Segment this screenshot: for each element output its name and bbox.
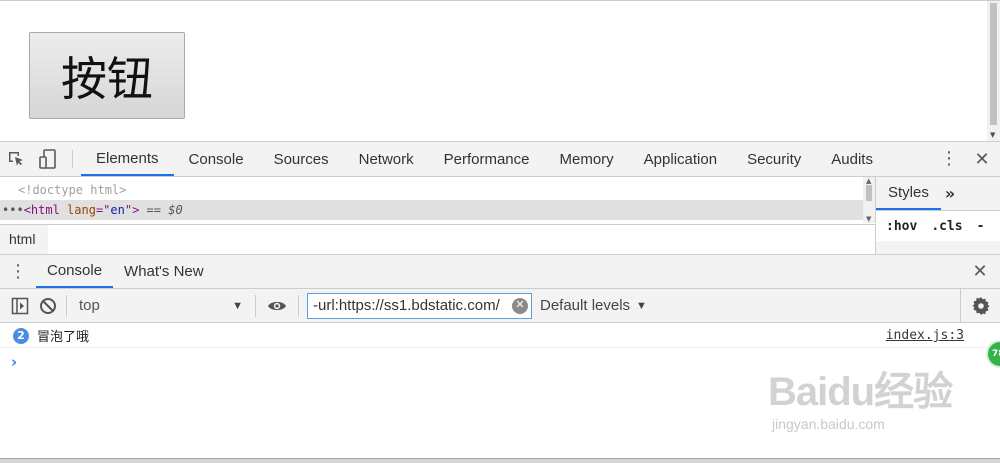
chevron-down-icon: ▼ xyxy=(636,299,647,312)
clear-filter-icon[interactable]: ✕ xyxy=(512,297,528,314)
taskbar-strip xyxy=(0,458,1000,463)
styles-filter-bar: :hov .cls - xyxy=(876,211,1000,241)
panel-tabs: Elements Console Sources Network Perform… xyxy=(81,142,888,176)
drawer-menu-icon[interactable]: ⋮ xyxy=(0,255,36,288)
more-vert-icon[interactable]: ⋮ xyxy=(934,150,964,168)
tab-memory[interactable]: Memory xyxy=(545,142,629,176)
context-select[interactable]: top ▼ xyxy=(71,297,251,314)
toolbar-right: ⋮ ✕ xyxy=(917,142,1000,176)
close-devtools-icon[interactable]: ✕ xyxy=(964,149,1000,170)
page-button[interactable]: 按钮 xyxy=(29,32,185,119)
tab-network[interactable]: Network xyxy=(344,142,429,176)
tab-elements[interactable]: Elements xyxy=(81,142,174,176)
drawer-tab-console[interactable]: Console xyxy=(36,255,114,288)
tab-performance[interactable]: Performance xyxy=(429,142,545,176)
more-tabs-icon[interactable]: » xyxy=(941,177,955,210)
inspect-icon[interactable] xyxy=(0,142,32,176)
doctype-node[interactable]: <!doctype html> xyxy=(0,180,875,200)
scroll-down-arrow-icon[interactable]: ▼ xyxy=(866,215,871,223)
watermark-logo: Baidu经验 xyxy=(768,370,953,414)
tab-styles[interactable]: Styles xyxy=(876,177,941,210)
styles-tabs: Styles » xyxy=(876,177,1000,211)
html-open-tag: <html xyxy=(23,203,60,217)
attr-eq: =" xyxy=(95,203,111,217)
selected-marker: == $0 xyxy=(146,203,183,217)
styles-sidebar: Styles » :hov .cls - xyxy=(876,177,1000,254)
breadcrumb: html xyxy=(0,224,876,254)
close-drawer-icon[interactable]: ✕ xyxy=(960,255,1000,288)
tab-application[interactable]: Application xyxy=(629,142,732,176)
attr-name: lang xyxy=(67,203,96,217)
attr-close: "> xyxy=(124,203,140,217)
drawer-tabs: ⋮ Console What's New ✕ xyxy=(0,254,1000,289)
breadcrumb-item-html[interactable]: html xyxy=(0,225,45,254)
device-toolbar-icon[interactable] xyxy=(32,142,64,176)
toolbar-divider xyxy=(298,294,299,317)
watermark-url: jingyan.baidu.com xyxy=(772,416,885,432)
tab-audits[interactable]: Audits xyxy=(816,142,888,176)
console-toolbar: top ▼ -url:https://ss1.bdstatic.com/ ✕ D… xyxy=(0,288,1000,323)
console-message-source-link[interactable]: index.js:3 xyxy=(886,328,964,343)
console-prompt[interactable]: › xyxy=(11,353,17,371)
repeat-count-badge: 2 xyxy=(13,327,29,344)
console-filter-input[interactable]: -url:https://ss1.bdstatic.com/ ✕ xyxy=(307,292,532,319)
toolbar-divider xyxy=(255,294,256,317)
html-node-selected[interactable]: •••<html lang="en"> == $0 xyxy=(0,200,875,220)
page-viewport: 按钮 ▼ xyxy=(0,0,1000,142)
devtools-toolbar: Elements Console Sources Network Perform… xyxy=(0,141,1000,177)
scroll-down-arrow-icon[interactable]: ▼ xyxy=(990,131,995,139)
live-expression-icon[interactable] xyxy=(260,289,294,323)
log-levels-label: Default levels xyxy=(540,297,631,314)
context-value: top xyxy=(79,297,100,314)
log-levels-dropdown[interactable]: Default levels ▼ xyxy=(540,297,647,314)
tab-sources[interactable]: Sources xyxy=(259,142,344,176)
cls-toggle[interactable]: .cls xyxy=(931,219,962,234)
drawer-tab-whats-new[interactable]: What's New xyxy=(113,255,215,288)
toolbar-divider xyxy=(72,150,73,168)
baidu-watermark: Baidu经验 jingyan.baidu.com xyxy=(768,372,1000,442)
elements-scrollbar-thumb[interactable] xyxy=(866,185,872,201)
attr-value: en xyxy=(110,203,125,217)
tab-console[interactable]: Console xyxy=(174,142,259,176)
elements-scrollbar[interactable]: ▲ ▼ xyxy=(863,177,875,223)
show-sidebar-icon[interactable] xyxy=(6,289,34,323)
tab-security[interactable]: Security xyxy=(732,142,816,176)
new-rule-button[interactable]: - xyxy=(977,219,985,234)
page-scrollbar[interactable]: ▼ xyxy=(987,1,1000,142)
node-ellipsis: ••• xyxy=(2,203,24,217)
breadcrumb-filler xyxy=(48,225,875,254)
toolbar-divider xyxy=(66,294,67,317)
page-scrollbar-thumb[interactable] xyxy=(990,3,997,125)
scroll-up-arrow-icon[interactable]: ▲ xyxy=(866,177,871,185)
clear-console-icon[interactable] xyxy=(34,289,62,323)
console-message-text: 冒泡了哦 xyxy=(37,330,90,345)
console-message: 2 冒泡了哦 index.js:3 xyxy=(0,324,1000,348)
elements-tree: <!doctype html> •••<html lang="en"> == $… xyxy=(0,177,876,223)
chevron-down-icon: ▼ xyxy=(232,299,243,312)
hov-toggle[interactable]: :hov xyxy=(886,219,917,234)
settings-gear-icon[interactable] xyxy=(960,288,1000,323)
filter-value: -url:https://ss1.bdstatic.com/ xyxy=(313,297,500,314)
